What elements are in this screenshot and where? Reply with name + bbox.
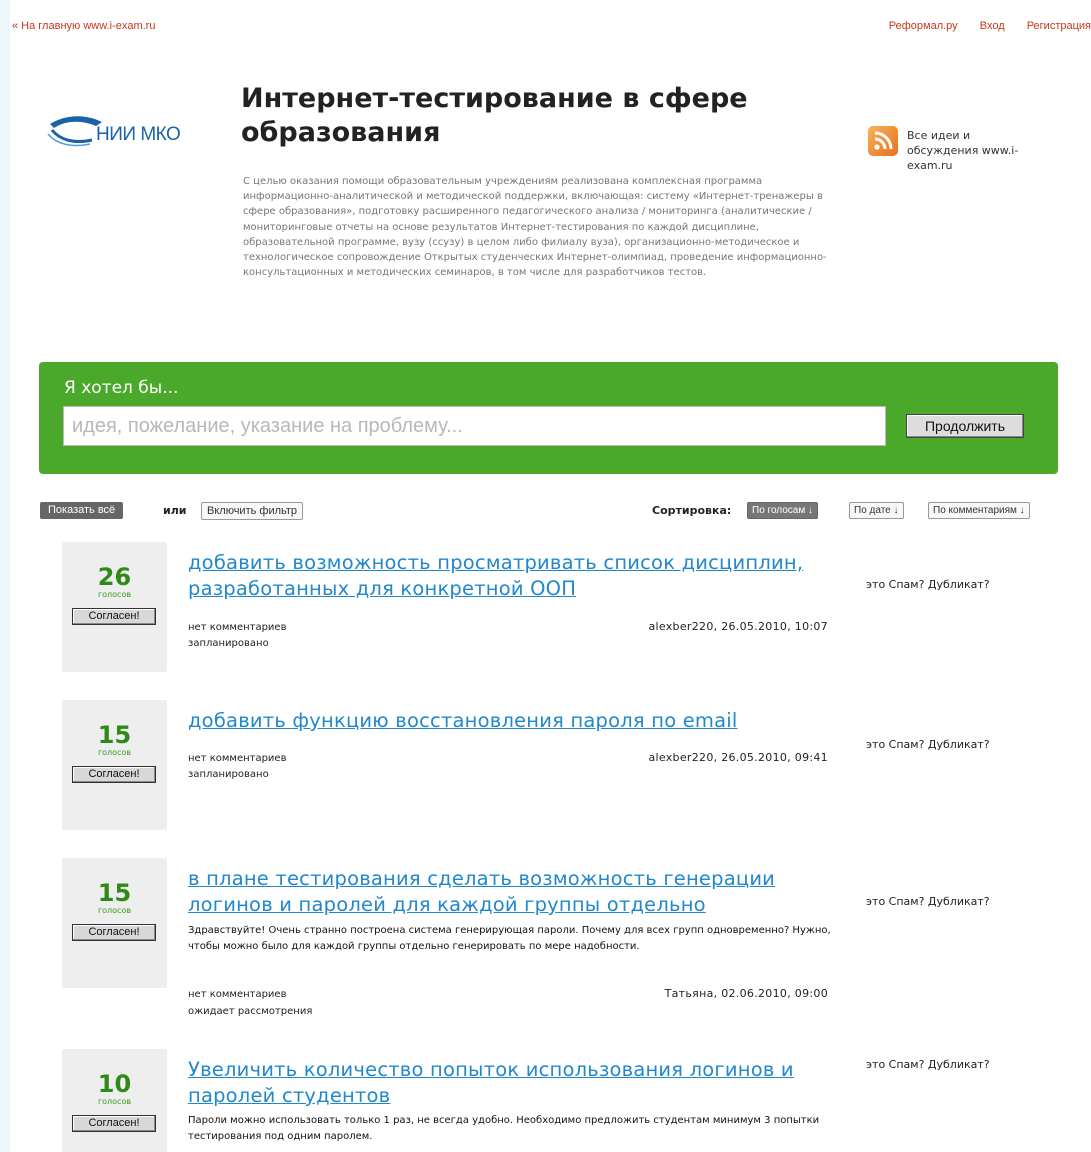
sort-label: Сортировка:	[652, 504, 732, 517]
enable-filter-button[interactable]: Включить фильтр	[201, 502, 304, 520]
author-date: alexber220, 26.05.2010, 09:41	[648, 751, 828, 764]
status-text: запланировано	[188, 769, 269, 780]
author-date: Татьяна, 02.06.2010, 09:00	[664, 987, 828, 1000]
vote-label: голосов	[97, 906, 132, 915]
logo[interactable]: НИИ МКО	[46, 110, 216, 154]
page: « На главную www.i-exam.ru Реформал.ру В…	[10, 0, 1091, 1152]
or-label: или	[163, 504, 187, 517]
vote-count: 10	[97, 1070, 132, 1098]
spam-duplicate-links[interactable]: это Спам? Дубликат?	[866, 1058, 990, 1071]
comments-link[interactable]: нет комментариев	[188, 620, 286, 636]
top-navigation: « На главную www.i-exam.ru Реформал.ру В…	[10, 20, 1091, 36]
spam-duplicate-links[interactable]: это Спам? Дубликат?	[866, 895, 990, 908]
idea-form-label: Я хотел бы...	[64, 378, 179, 398]
show-all-button[interactable]: Показать всё	[40, 502, 124, 519]
vote-label: голосов	[97, 590, 132, 599]
idea-title[interactable]: добавить функцию восстановления пароля п…	[188, 708, 838, 734]
continue-button[interactable]: Продолжить	[906, 414, 1024, 438]
comments-link[interactable]: нет комментариев	[188, 751, 286, 767]
agree-button[interactable]: Согласен!	[72, 924, 156, 941]
sort-by-votes-button[interactable]: По голосам ↓	[747, 502, 819, 519]
reformal-link[interactable]: Реформал.ру	[889, 20, 958, 32]
spam-duplicate-links[interactable]: это Спам? Дубликат?	[866, 738, 990, 751]
idea-title[interactable]: Увеличить количество попыток использован…	[188, 1057, 838, 1109]
idea-description: Здравствуйте! Очень странно построена си…	[188, 925, 831, 952]
vote-box: 15 голосов Согласен!	[62, 700, 167, 830]
idea-description: Пароли можно использовать только 1 раз, …	[188, 1115, 820, 1142]
vote-box: 15 голосов Согласен!	[62, 858, 167, 988]
filter-bar: Показать всё или Включить фильтр Сортиро…	[40, 502, 1060, 522]
idea-input[interactable]	[63, 406, 886, 446]
status-text: запланировано	[188, 638, 269, 649]
sort-by-comments-button[interactable]: По комментариям ↓	[928, 502, 1030, 519]
home-link[interactable]: « На главную www.i-exam.ru	[12, 20, 155, 32]
author-date: alexber220, 26.05.2010, 10:07	[648, 620, 828, 633]
vote-count: 15	[97, 721, 132, 749]
idea-title[interactable]: в плане тестирования сделать возможность…	[188, 866, 838, 918]
idea-title[interactable]: добавить возможность просматривать списо…	[188, 550, 838, 602]
rss-icon	[868, 126, 898, 156]
agree-button[interactable]: Согласен!	[72, 1115, 156, 1132]
page-description: С целью оказания помощи образовательным …	[243, 176, 827, 279]
agree-button[interactable]: Согласен!	[72, 608, 156, 625]
vote-label: голосов	[97, 1097, 132, 1106]
agree-button[interactable]: Согласен!	[72, 766, 156, 783]
account-links: Реформал.ру Вход Регистрация	[870, 20, 1091, 32]
status-text: ожидает рассмотрения	[188, 1006, 313, 1017]
vote-count: 15	[97, 879, 132, 907]
spam-duplicate-links[interactable]: это Спам? Дубликат?	[866, 578, 990, 591]
idea-submit-form: Я хотел бы... Продолжить	[39, 362, 1058, 474]
vote-box: 26 голосов Согласен!	[62, 542, 167, 672]
vote-box: 10 голосов Согласен!	[62, 1049, 167, 1152]
register-link[interactable]: Регистрация	[1027, 20, 1091, 32]
logo-text: НИИ МКО	[96, 124, 181, 145]
sort-by-date-button[interactable]: По дате ↓	[849, 502, 904, 519]
comments-link[interactable]: нет комментариев	[188, 987, 286, 1003]
login-link[interactable]: Вход	[980, 20, 1005, 32]
vote-count: 26	[97, 563, 132, 591]
page-title: Интернет-тестирование в сфере образовани…	[241, 83, 748, 148]
vote-label: голосов	[97, 748, 132, 757]
rss-text: Все идеи и обсуждения www.i-exam.ru	[907, 129, 1019, 172]
